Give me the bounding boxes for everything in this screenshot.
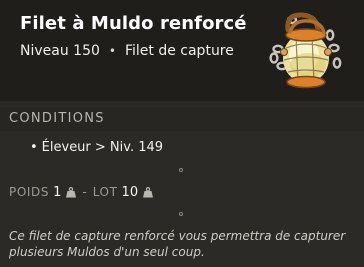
- weight-value: 1: [53, 184, 62, 200]
- conditions-heading: CONDITIONS: [9, 111, 105, 126]
- item-name: Filet à Muldo renforcé: [20, 13, 247, 34]
- item-category: Filet de capture: [124, 43, 234, 59]
- item-description: Ce filet de capture renforcé vous permet…: [9, 229, 346, 259]
- subtitle-separator: •: [108, 44, 116, 58]
- divider-dot: [179, 212, 183, 216]
- item-tooltip: Filet à Muldo renforcé Niveau 150 • Filet …: [0, 0, 364, 267]
- stats-separator: -: [82, 185, 87, 199]
- stats-row: POIDS 1 - LOT 10: [9, 184, 154, 200]
- condition-item: • Éleveur > Niv. 149: [30, 140, 163, 155]
- condition-bullet: •: [30, 140, 38, 155]
- weight-icon: [66, 186, 77, 197]
- tooltip-header: Filet à Muldo renforcé Niveau 150 • Filet …: [0, 0, 364, 101]
- item-subtitle: Niveau 150 • Filet de capture: [20, 43, 234, 59]
- divider-dot: [179, 168, 183, 172]
- muldo-capture-net-icon: [269, 12, 342, 89]
- condition-text: Éleveur > Niv. 149: [41, 140, 164, 155]
- item-level: Niveau 150: [20, 43, 100, 59]
- lot-value: 10: [121, 184, 139, 200]
- lot-label: LOT: [92, 185, 118, 199]
- weight-label: POIDS: [9, 185, 50, 199]
- weight-icon: [143, 186, 154, 197]
